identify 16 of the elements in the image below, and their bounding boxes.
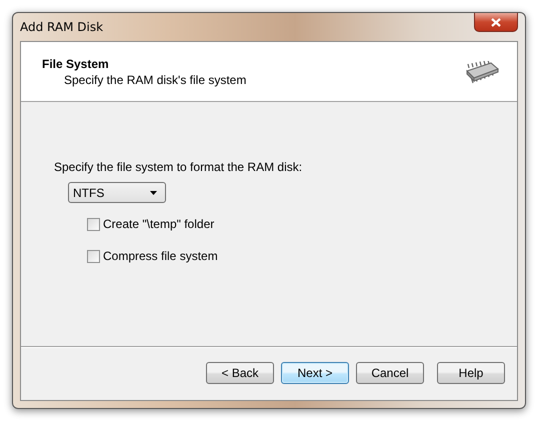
checkbox-label: Compress file system bbox=[103, 249, 218, 263]
dialog-button[interactable]: Next > bbox=[281, 362, 349, 384]
caret-icon bbox=[150, 190, 157, 194]
page-title: File System bbox=[42, 57, 110, 71]
close-button[interactable] bbox=[474, 13, 518, 32]
format-prompt: Specify the file system to format the RAM disk: bbox=[54, 160, 304, 174]
page-subtitle: Specify the RAM disk's file system bbox=[63, 73, 246, 87]
checkbox[interactable] bbox=[87, 218, 100, 230]
dialog-button[interactable]: < Back bbox=[206, 362, 274, 384]
file-system-dropdown[interactable]: NTFS bbox=[68, 182, 166, 203]
close-icon bbox=[491, 18, 501, 26]
dialog-button[interactable]: Help bbox=[437, 362, 505, 384]
checkbox[interactable] bbox=[87, 250, 100, 262]
checkbox-label: Create "\temp" folder bbox=[103, 217, 214, 231]
dialog-button[interactable]: Cancel bbox=[356, 362, 424, 384]
window-title: Add RAM Disk bbox=[20, 20, 104, 34]
